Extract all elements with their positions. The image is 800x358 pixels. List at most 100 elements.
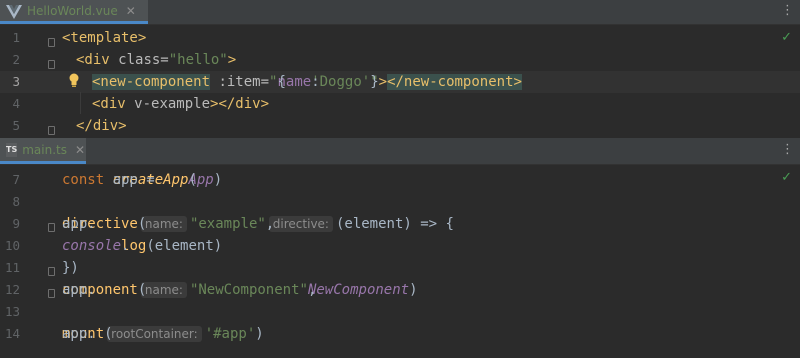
lightbulb-icon[interactable] [68, 72, 80, 87]
code-token: , [265, 216, 283, 232]
code-token: <div [76, 52, 119, 68]
code-token: <template> [62, 30, 147, 46]
code-token: ></div> [210, 96, 270, 112]
code-token: ( [137, 282, 147, 298]
code-token: ( [104, 326, 113, 342]
code-token: app. [62, 282, 96, 298]
parameter-hint: name: [140, 282, 187, 298]
code-text: <div class="hello"> [76, 49, 236, 71]
tab-label: main.ts [22, 142, 67, 157]
code-token: } [370, 74, 379, 90]
line-number: 5 [12, 118, 20, 133]
close-icon[interactable]: ✕ [75, 143, 85, 157]
code-token: ) [213, 172, 223, 188]
code-token: > [227, 52, 237, 68]
code-line[interactable]: 2 <div class="hello"> [0, 49, 800, 71]
code-line[interactable]: 5 </div> [0, 115, 800, 137]
code-text: const app = createApp(App) [62, 169, 222, 191]
more-options-icon[interactable]: ⋮ [781, 142, 794, 157]
code-token: ( [188, 172, 197, 188]
code-token: class= [118, 52, 169, 68]
editor-pane-bottom: TS main.ts ✕ ⋮ ✓ 7 const app = createApp(… [0, 138, 800, 358]
code-line[interactable]: 8 [0, 191, 800, 213]
fold-marker-icon[interactable] [48, 267, 55, 276]
line-number: 11 [4, 260, 20, 275]
code-token: > [378, 74, 388, 90]
code-token: , [307, 282, 325, 298]
code-token: (element) [146, 238, 223, 254]
code-token: const [62, 172, 113, 188]
tab-main-ts[interactable]: TS main.ts ✕ [0, 138, 86, 164]
vue-logo-icon [6, 4, 22, 19]
fold-marker-icon[interactable] [48, 38, 55, 47]
code-text: <template> [62, 27, 146, 49]
code-token: : [311, 74, 320, 90]
code-line[interactable]: 3 <new-component :item="{name: 'Doggo'} "><… [0, 71, 800, 93]
code-token: "example" [189, 216, 266, 232]
code-text: app. mount(rootContainer: '#app') [62, 323, 264, 345]
code-line[interactable]: 11}) [0, 257, 800, 279]
line-number: 12 [4, 282, 20, 297]
code-text: app. directive(name: "example", directive:… [62, 213, 454, 235]
line-number: 7 [12, 172, 20, 187]
line-number: 3 [12, 74, 20, 89]
code-token: "hello" [168, 52, 228, 68]
indent-guide [80, 92, 81, 114]
code-token: '#app' [204, 326, 256, 342]
tab-bar-top: HelloWorld.vue ✕ ⋮ [0, 0, 800, 25]
code-token: }) [62, 260, 79, 276]
code-line[interactable]: 14 app. mount(rootContainer: '#app') [0, 323, 800, 345]
fold-marker-icon[interactable] [48, 289, 55, 298]
tab-label: HelloWorld.vue [27, 3, 118, 18]
line-number: 8 [12, 194, 20, 209]
code-line[interactable]: 7 const app = createApp(App) [0, 169, 800, 191]
code-token: . [121, 238, 130, 254]
typescript-file-icon-text: TS [6, 144, 18, 154]
parameter-hint: name: [140, 216, 187, 232]
code-token: ( [137, 216, 147, 232]
code-token: ) [255, 326, 264, 342]
code-token: (element) => { [335, 216, 454, 232]
line-number: 9 [12, 216, 20, 231]
parameter-hint: rootContainer: [107, 326, 202, 342]
code-line[interactable]: 12 app. component(name: "NewComponent", New… [0, 279, 800, 301]
typescript-file-icon: TS [6, 142, 18, 157]
tab-bar-bottom: TS main.ts ✕ ⋮ [0, 138, 800, 165]
code-line[interactable]: 1 <template> [0, 27, 800, 49]
fold-marker-icon[interactable] [48, 60, 55, 69]
code-line[interactable]: 9 app. directive(name: "example", directive… [0, 213, 800, 235]
code-token: { [277, 74, 286, 90]
line-number: 2 [12, 52, 20, 67]
code-token: app. [62, 326, 96, 342]
tab-helloworld-vue[interactable]: HelloWorld.vue ✕ [0, 0, 148, 24]
more-options-icon[interactable]: ⋮ [781, 3, 794, 18]
code-text: console. log (element) [62, 235, 222, 257]
code-line[interactable]: 13 [0, 301, 800, 323]
code-token: 'Doggo' [311, 74, 371, 90]
line-number: 13 [4, 304, 20, 319]
code-token: </div> [76, 118, 127, 134]
code-token: v-example [134, 96, 211, 112]
code-token: app. [62, 216, 96, 232]
code-token: app = [112, 172, 164, 188]
code-text: </div> [76, 115, 127, 137]
fold-marker-icon[interactable] [48, 223, 55, 232]
line-number: 10 [4, 238, 20, 253]
code-token: ) [409, 282, 418, 298]
close-icon[interactable]: ✕ [126, 4, 136, 18]
code-line[interactable]: 10 console. log (element) [0, 235, 800, 257]
editor-pane-top: HelloWorld.vue ✕ ⋮ ✓ 1 <template> 2 <div cl… [0, 0, 800, 138]
code-text: app. component(name: "NewComponent", NewCo… [62, 279, 418, 301]
code-token: </new-component> [387, 74, 522, 90]
code-line[interactable]: 4 <div v-example></div> [0, 93, 800, 115]
line-number: 14 [4, 326, 20, 341]
code-token: <new-component [92, 74, 211, 90]
code-token: :item= [210, 74, 270, 90]
code-text: <div v-example></div> [92, 93, 269, 115]
line-number: 1 [12, 30, 20, 45]
fold-marker-icon[interactable] [48, 126, 55, 135]
code-token: "NewComponent" [189, 282, 308, 298]
code-text: <new-component :item="{name: 'Doggo'} "></… [92, 71, 522, 93]
code-token: <div [92, 96, 135, 112]
